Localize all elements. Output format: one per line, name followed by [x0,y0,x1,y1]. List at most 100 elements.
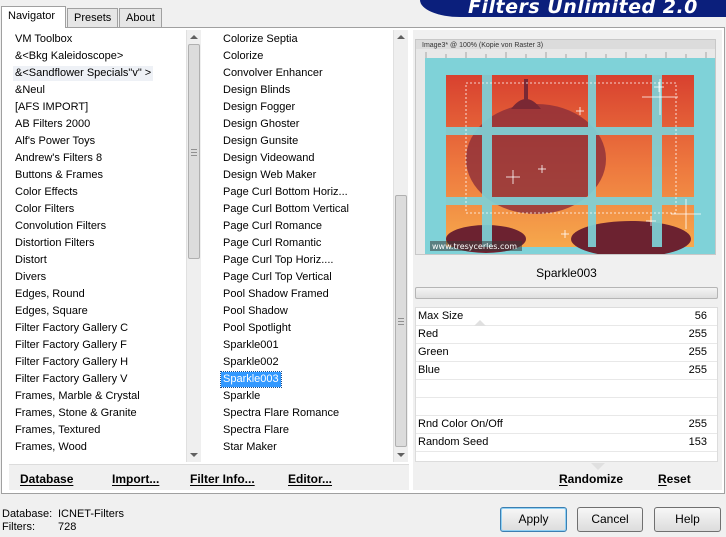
category-list-item[interactable]: Frames, Textured [13,423,102,438]
scroll-thumb[interactable] [188,44,200,259]
apply-button[interactable]: Apply [500,507,567,532]
status-database-label: Database: [2,508,53,520]
category-list-item[interactable]: [AFS IMPORT] [13,100,90,115]
parameter-row[interactable] [416,380,717,398]
tab-navigator[interactable]: Navigator [1,6,66,28]
filter-list-item[interactable]: Pool Spotlight [221,321,293,336]
filter-list-item[interactable]: Convolver Enhancer [221,66,325,81]
category-list-item[interactable]: Edges, Round [13,287,87,302]
category-list-item[interactable]: Edges, Square [13,304,90,319]
filter-list-item[interactable]: Design Web Maker [221,168,318,183]
import-button[interactable]: Import... [112,472,159,486]
tab-presets[interactable]: Presets [67,8,118,27]
filter-list-item[interactable]: Colorize Septia [221,32,300,47]
category-list-item[interactable]: Distortion Filters [13,236,96,251]
reset-button[interactable]: Reset [658,472,691,486]
filter-list-item[interactable]: Colorize [221,49,265,64]
grip-icon [398,318,404,325]
filter-list-item[interactable]: Sparkle [221,389,262,404]
app-title: Filters Unlimited 2.0 [468,0,698,17]
category-list[interactable]: VM Toolbox &<Bkg Kaleidoscope> &<Sandflowe… [9,30,200,462]
filter-list-item[interactable]: Star Maker [221,440,279,455]
category-list-item[interactable]: Filter Factory Gallery H [13,355,130,370]
randomize-button[interactable]: Randomize [559,472,623,486]
category-list-item[interactable]: VM Toolbox [13,32,74,47]
parameter-row[interactable]: Rnd Color On/Off 255 [416,416,717,434]
preview-caption: Image3* @ 100% (Kopie von Raster 3) [422,42,544,49]
filter-list-item[interactable]: Design Videowand [221,151,317,166]
randomize-marker-icon [591,463,605,470]
parameter-row[interactable]: Red 255 [416,326,717,344]
filter-list-item[interactable]: Design Ghoster [221,117,301,132]
category-list-item[interactable]: &<Sandflower Specials"v" > [13,66,154,81]
filter-list-item[interactable]: Pool Shadow [221,304,290,319]
category-list-item[interactable]: Color Filters [13,202,76,217]
filter-list-scrollbar[interactable] [393,30,408,462]
filter-list-item[interactable]: Sparkle003 [220,371,282,388]
filter-list[interactable]: Colorize Septia Colorize Convolver Enhance… [217,30,410,462]
help-button[interactable]: Help [654,507,721,532]
parameter-value: 255 [688,364,707,376]
parameter-value: 153 [688,436,707,448]
scroll-thumb[interactable] [395,195,407,447]
parameter-label: Max Size [418,310,464,322]
app-banner: Filters Unlimited 2.0 [420,0,726,17]
category-list-item[interactable]: Filter Factory Gallery C [13,321,130,336]
parameter-row[interactable]: Max Size 56 [416,308,717,326]
category-list-item[interactable]: AB Filters 2000 [13,117,92,132]
filter-list-item[interactable]: Spectra Flare [221,423,291,438]
category-list-item[interactable]: Alf's Power Toys [13,134,97,149]
category-list-item[interactable]: Frames, Marble & Crystal [13,389,142,404]
scroll-down-arrow-icon[interactable] [394,448,408,462]
category-list-item[interactable]: Distort [13,253,49,268]
parameter-row[interactable]: Green 255 [416,344,717,362]
scroll-up-arrow-icon[interactable] [394,30,408,44]
filter-list-item[interactable]: Page Curl Romance [221,219,324,234]
category-list-item[interactable]: &<Bkg Kaleidoscope> [13,49,125,64]
parameter-row[interactable]: Blue 255 [416,362,717,380]
filter-list-item[interactable]: Design Blinds [221,83,292,98]
scroll-down-arrow-icon[interactable] [187,448,201,462]
category-list-item[interactable]: Buttons & Frames [13,168,105,183]
scroll-up-arrow-icon[interactable] [187,30,201,44]
tab-about[interactable]: About [119,8,162,27]
filter-settings-pane: Image3* @ 100% (Kopie von Raster 3) www.… [413,30,722,490]
parameter-value: 255 [688,328,707,340]
cancel-button[interactable]: Cancel [577,507,643,532]
category-list-item[interactable]: Filter Factory Gallery F [13,338,129,353]
preview-image[interactable]: Image3* @ 100% (Kopie von Raster 3) www.… [415,39,716,255]
category-list-item[interactable]: &Neul [13,83,47,98]
progress-bar [415,287,718,299]
status-filters: Filters: 728 [2,521,124,534]
parameter-row[interactable] [416,398,717,416]
category-list-item[interactable]: Filter Factory Gallery V [13,372,129,387]
filter-list-item[interactable]: Pool Shadow Framed [221,287,331,302]
filter-info-button[interactable]: Filter Info... [190,472,255,486]
category-list-item[interactable]: Frames, Stone & Granite [13,406,139,421]
filter-list-item[interactable]: Sparkle002 [221,355,281,370]
database-button[interactable]: Database [20,472,73,486]
category-list-scrollbar[interactable] [186,30,201,462]
category-list-item[interactable]: Color Effects [13,185,80,200]
filter-list-item[interactable]: Sparkle001 [221,338,281,353]
parameter-label: Blue [418,364,441,376]
category-list-item[interactable]: Andrew's Filters 8 [13,151,104,166]
filter-list-item[interactable]: Page Curl Top Horiz.... [221,253,335,268]
category-list-item[interactable]: Frames, Wood [13,440,89,455]
filter-list-item[interactable]: Design Fogger [221,100,297,115]
filter-list-item[interactable]: Spectra Flare Romance [221,406,341,421]
filter-list-item[interactable]: Page Curl Top Vertical [221,270,334,285]
filter-list-item[interactable]: Page Curl Bottom Horiz... [221,185,350,200]
selected-filter-name: Sparkle003 [536,266,597,280]
parameter-list: Max Size 56 Red 255 Green 255 Blue 255 Rnd Color… [415,307,718,462]
parameter-label: Random Seed [418,436,489,448]
filter-list-item[interactable]: Page Curl Bottom Vertical [221,202,351,217]
filter-list-item[interactable]: Page Curl Romantic [221,236,323,251]
filter-list-item[interactable]: Design Gunsite [221,134,300,149]
parameter-row[interactable]: Random Seed 153 [416,434,717,452]
parameter-value: 255 [688,346,707,358]
category-list-item[interactable]: Convolution Filters [13,219,108,234]
parameter-button-bar: Randomize Reset [413,463,722,490]
category-list-item[interactable]: Divers [13,270,48,285]
editor-button[interactable]: Editor... [288,472,332,486]
